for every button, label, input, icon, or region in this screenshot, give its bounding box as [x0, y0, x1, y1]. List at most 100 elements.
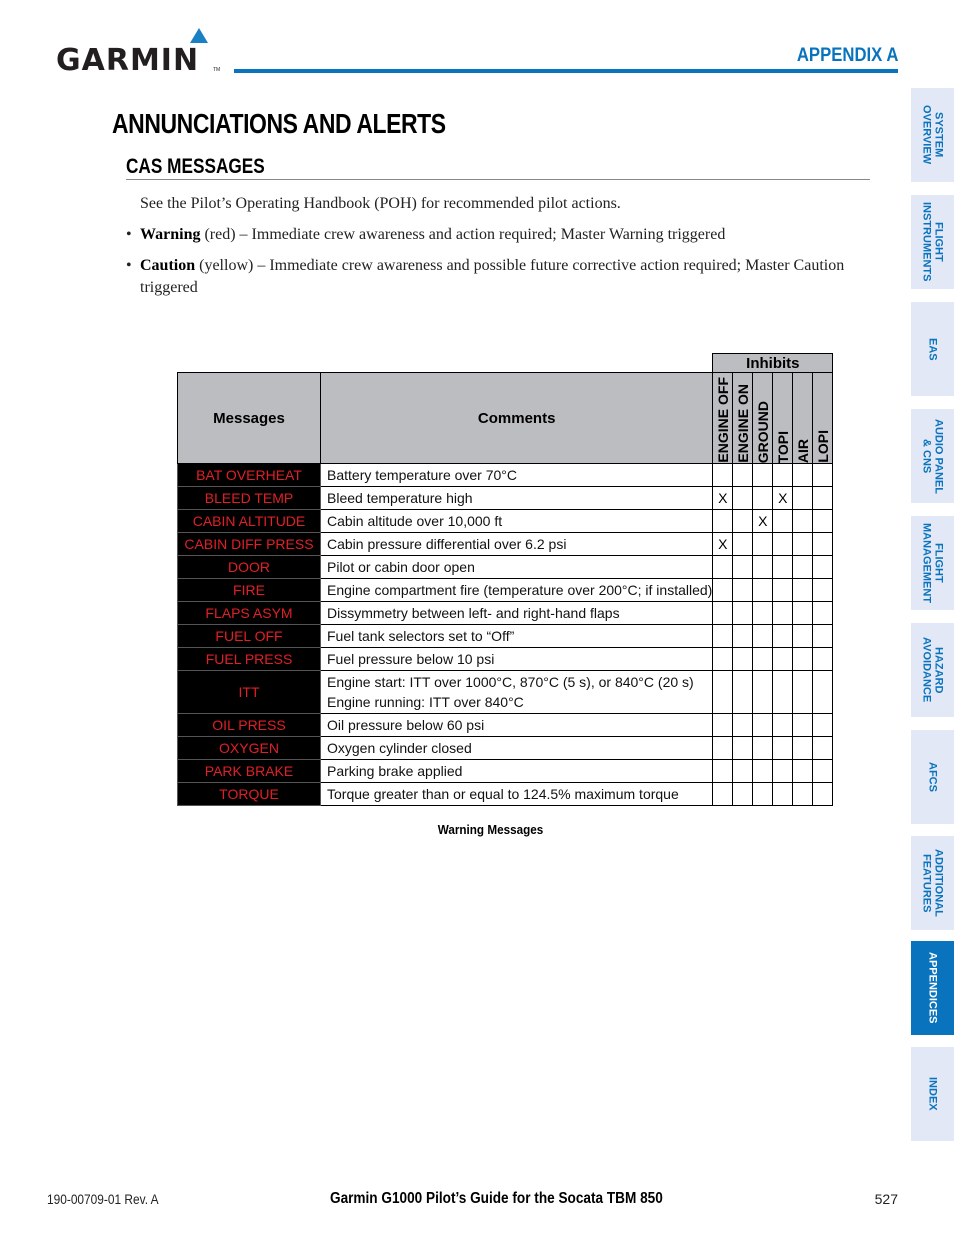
message-cell: BAT OVERHEAT — [177, 463, 321, 487]
inhibit-cell — [712, 578, 734, 602]
comment-cell: Fuel pressure below 10 psi — [319, 647, 714, 671]
inhibit-cell — [792, 624, 814, 648]
table-corner-blank — [178, 354, 713, 373]
side-tab-system-overview[interactable]: SYSTEM OVERVIEW — [911, 88, 954, 182]
inhibit-cell — [772, 670, 794, 714]
table-row: DOOR Pilot or cabin door open — [177, 555, 834, 579]
inhibit-cell — [732, 624, 754, 648]
bullet-dot: • — [126, 257, 132, 274]
document-number: 190-00709-01 Rev. A — [47, 1191, 159, 1207]
inhibit-cell — [752, 759, 774, 783]
garmin-logo: GARMIN TM — [56, 28, 226, 76]
bullet-text: (red) – Immediate crew awareness and act… — [200, 226, 726, 243]
message-cell: OIL PRESS — [177, 713, 321, 737]
inhibit-cell — [732, 782, 754, 806]
comment-cell: Cabin altitude over 10,000 ft — [319, 509, 714, 533]
inhibit-cell — [712, 736, 734, 760]
comment-line: Cabin pressure differential over 6.2 psi — [327, 536, 567, 552]
side-tab-label: FLIGHT MANAGEMENT — [920, 522, 945, 604]
side-tab-appendices[interactable]: APPENDICES — [911, 941, 954, 1035]
inhibit-cell — [712, 647, 734, 671]
inhibit-column-header: ENGINE ON — [732, 372, 754, 464]
message-cell: FLAPS ASYM — [177, 601, 321, 625]
inhibit-cell — [752, 555, 774, 579]
table-caption: Warning Messages — [437, 822, 544, 837]
side-tab-hazard-avoidance[interactable]: HAZARD AVOIDANCE — [911, 623, 954, 717]
inhibit-cell — [772, 759, 794, 783]
inhibit-cell — [732, 532, 754, 556]
inhibit-column-header: TOPI — [772, 372, 794, 464]
comment-cell: Engine start: ITT over 1000°C, 870°C (5 … — [319, 670, 714, 714]
side-tab-flight-management[interactable]: FLIGHT MANAGEMENT — [911, 516, 954, 610]
inhibit-cell — [772, 555, 794, 579]
inhibit-cell — [792, 486, 814, 510]
inhibit-cell — [732, 601, 754, 625]
side-tab-afcs[interactable]: AFCS — [911, 730, 954, 824]
inhibit-cell — [812, 782, 834, 806]
message-cell: OXYGEN — [177, 736, 321, 760]
message-cell: BLEED TEMP — [177, 486, 321, 510]
inhibit-column-header: LOPI — [812, 372, 834, 464]
inhibit-cell: X — [712, 486, 734, 510]
side-tab-label: SYSTEM OVERVIEW — [920, 105, 945, 165]
logo-triangle-icon — [190, 28, 208, 43]
side-tab-audio-panel-cns[interactable]: AUDIO PANEL & CNS — [911, 409, 954, 503]
inhibit-cell — [732, 509, 754, 533]
inhibit-cell: X — [712, 532, 734, 556]
inhibit-cell — [792, 578, 814, 602]
inhibit-cell — [812, 509, 834, 533]
comment-line: Engine running: ITT over 840°C — [327, 694, 524, 710]
inhibit-cell: X — [772, 486, 794, 510]
inhibit-cell — [792, 463, 814, 487]
inhibit-column-header: GROUND — [752, 372, 774, 464]
inhibit-cell — [772, 463, 794, 487]
comment-cell: Oxygen cylinder closed — [319, 736, 714, 760]
comment-cell: Oil pressure below 60 psi — [319, 713, 714, 737]
inhibit-cell — [772, 647, 794, 671]
guide-title: Garmin G1000 Pilot’s Guide for the Socat… — [330, 1190, 663, 1207]
inhibit-cell — [792, 713, 814, 737]
inhibit-cell — [812, 601, 834, 625]
inhibit-cell: X — [752, 509, 774, 533]
table-row: ITT Engine start: ITT over 1000°C, 870°C … — [177, 670, 834, 714]
inhibit-cell — [712, 555, 734, 579]
side-tab-additional-features[interactable]: ADDITIONAL FEATURES — [911, 836, 954, 930]
inhibit-cell — [792, 759, 814, 783]
page-title: ANNUNCIATIONS AND ALERTS — [112, 108, 446, 139]
inhibit-cell — [752, 647, 774, 671]
inhibit-cell — [772, 601, 794, 625]
comment-cell: Bleed temperature high — [319, 486, 714, 510]
inhibit-cell — [812, 463, 834, 487]
table-row: FUEL OFF Fuel tank selectors set to “Off” — [177, 624, 834, 648]
inhibit-cell — [712, 713, 734, 737]
table-row: BAT OVERHEAT Battery temperature over 70°… — [177, 463, 834, 487]
comment-cell: Parking brake applied — [319, 759, 714, 783]
inhibit-cell — [812, 624, 834, 648]
side-tab-index[interactable]: INDEX — [911, 1047, 954, 1141]
inhibit-cell — [772, 509, 794, 533]
table-row: CABIN ALTITUDE Cabin altitude over 10,000… — [177, 509, 834, 533]
side-tab-eas[interactable]: EAS — [911, 302, 954, 396]
bullet-term: Warning — [140, 226, 201, 243]
inhibit-cell — [752, 624, 774, 648]
comment-line: Engine start: ITT over 1000°C, 870°C (5 … — [327, 674, 694, 690]
bullet-text: (yellow) – Immediate crew awareness and … — [140, 257, 845, 296]
inhibit-cell — [752, 463, 774, 487]
table-row: OIL PRESS Oil pressure below 60 psi — [177, 713, 834, 737]
comments-header: Comments — [319, 372, 714, 464]
message-cell: CABIN ALTITUDE — [177, 509, 321, 533]
comment-cell: Dissymmetry between left- and right-hand… — [319, 601, 714, 625]
comment-cell: Engine compartment fire (temperature ove… — [319, 578, 714, 602]
side-tab-flight-instruments[interactable]: FLIGHT INSTRUMENTS — [911, 195, 954, 289]
message-cell: FIRE — [177, 578, 321, 602]
bullet-term: Caution — [140, 257, 196, 274]
comment-line: Oxygen cylinder closed — [327, 740, 472, 756]
inhibit-cell — [792, 647, 814, 671]
section-subtitle: CAS MESSAGES — [126, 155, 265, 178]
inhibit-cell — [772, 713, 794, 737]
inhibit-cell — [752, 578, 774, 602]
inhibit-cell — [752, 601, 774, 625]
inhibit-cell — [732, 486, 754, 510]
page-number: 527 — [874, 1191, 898, 1207]
inhibit-cell — [792, 601, 814, 625]
